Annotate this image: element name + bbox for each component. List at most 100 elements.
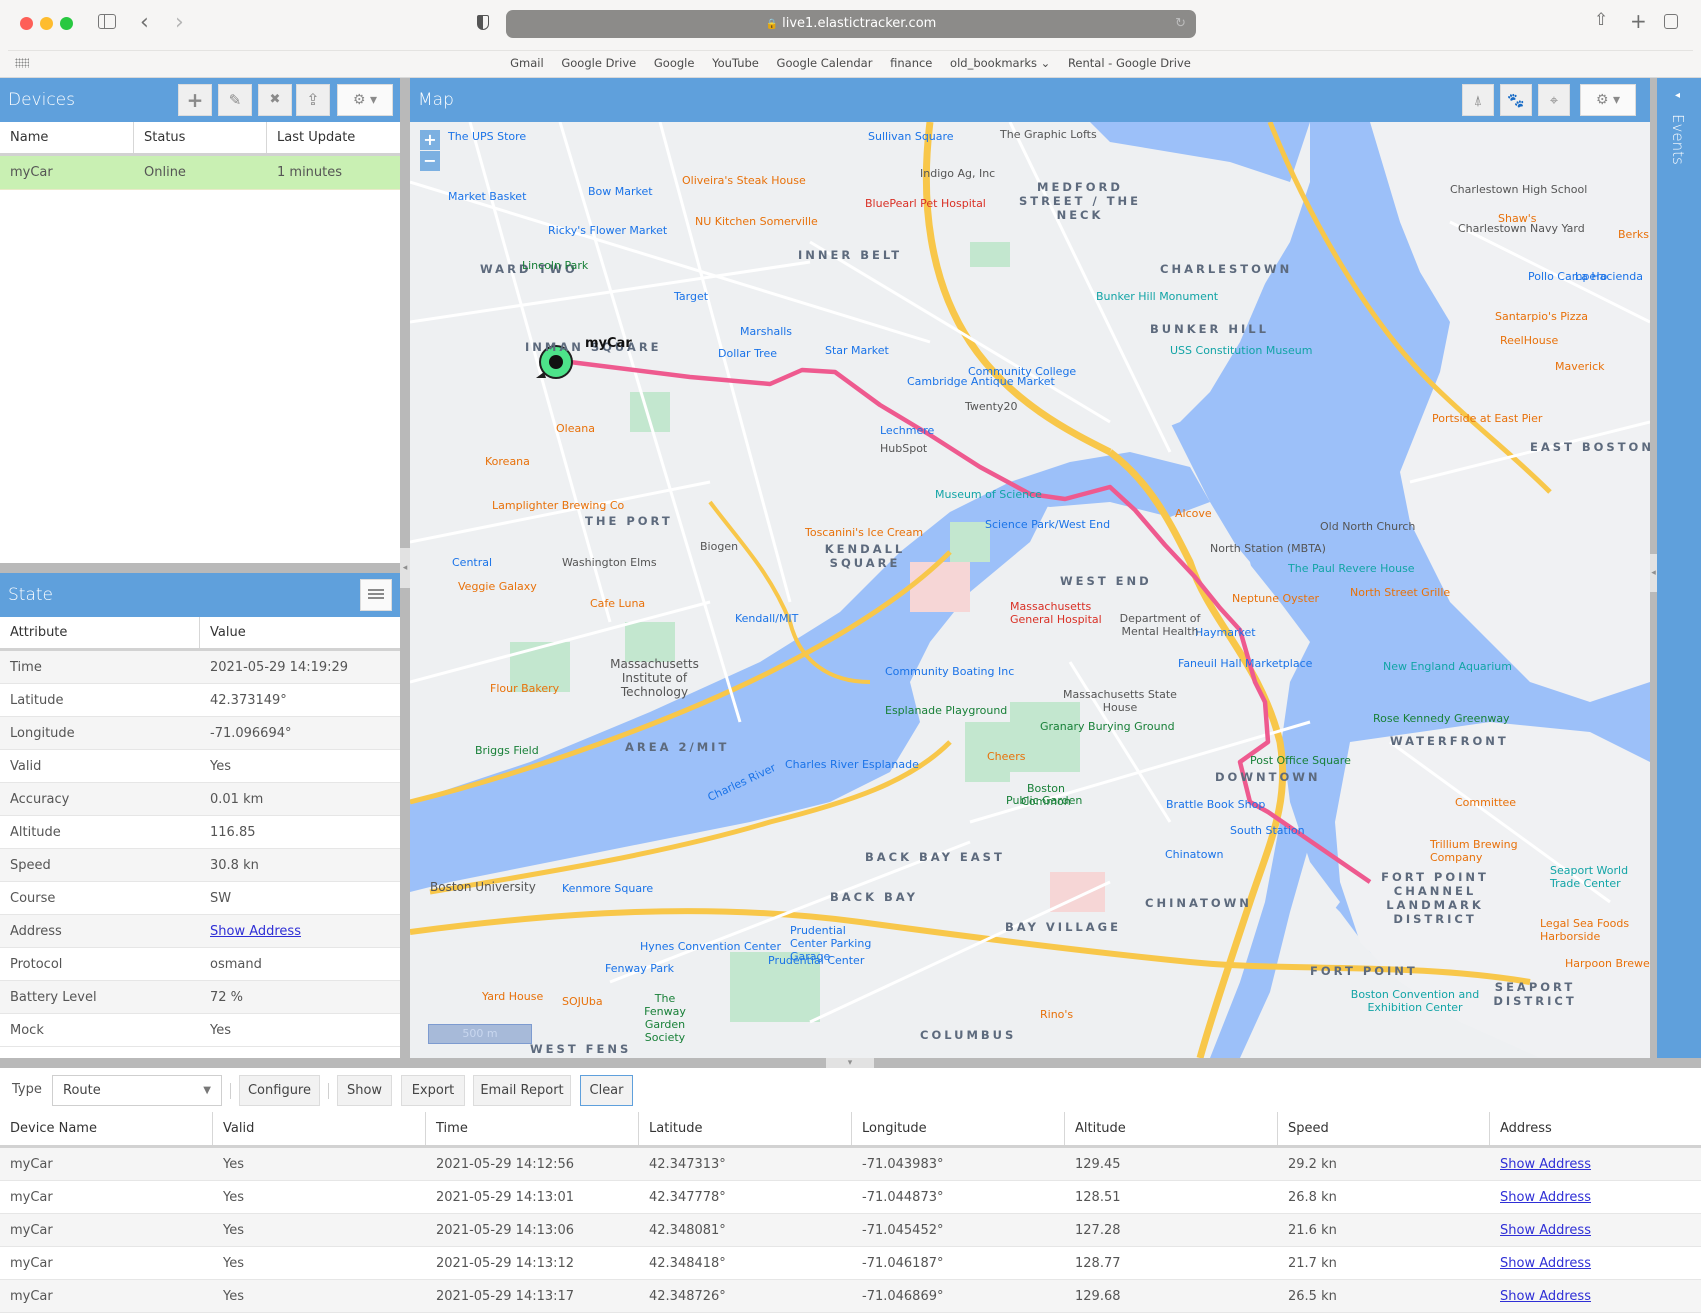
poi-koreana[interactable]: Koreana <box>485 455 530 468</box>
poi-star-market[interactable]: Star Market <box>825 344 889 357</box>
remove-device-button[interactable]: ✖ <box>258 84 292 116</box>
column-header-time[interactable]: Time <box>426 1112 639 1145</box>
show-address-link[interactable]: Show Address <box>210 924 301 939</box>
poi-indigo-ag[interactable]: Indigo Ag, Inc <box>920 167 995 180</box>
column-header-device-name[interactable]: Device Name <box>0 1112 213 1145</box>
poi-boston-university[interactable]: Boston University <box>430 880 536 894</box>
poi-central[interactable]: Central <box>452 556 492 569</box>
poi-chinatown-station[interactable]: Chinatown <box>1165 848 1223 861</box>
show-address-link[interactable]: Show Address <box>1500 1256 1591 1271</box>
column-header-altitude[interactable]: Altitude <box>1065 1112 1278 1145</box>
show-button[interactable]: Show <box>337 1075 392 1106</box>
poi-biogen[interactable]: Biogen <box>700 540 738 553</box>
zoom-in-button[interactable]: + <box>420 130 440 150</box>
poi-science-park[interactable]: Science Park/West End <box>985 518 1110 531</box>
column-header-name[interactable]: Name <box>0 122 134 153</box>
poi-south-station[interactable]: South Station <box>1230 824 1305 837</box>
poi-community-college-station[interactable]: Community College <box>968 365 1076 378</box>
column-header-value[interactable]: Value <box>200 617 400 648</box>
collapse-left-icon[interactable]: ◂ <box>400 548 410 588</box>
share-icon[interactable]: ⇧ <box>1594 12 1608 29</box>
poi-hynes[interactable]: Hynes Convention Center <box>640 940 781 953</box>
collapse-right-icon[interactable]: ◂ <box>1650 554 1657 592</box>
report-row[interactable]: myCar Yes 2021-05-29 14:13:17 42.348726° -71… <box>0 1280 1701 1313</box>
poi-community-boating[interactable]: Community Boating Inc <box>885 665 1014 678</box>
send-command-button[interactable]: ⇪ <box>296 84 330 116</box>
show-address-link[interactable]: Show Address <box>1500 1157 1591 1172</box>
poi-trillium[interactable]: Trillium Brewing Company <box>1430 838 1520 864</box>
bookmark-google-drive[interactable]: Google Drive <box>561 56 636 70</box>
state-columns-button[interactable] <box>360 579 392 611</box>
add-device-button[interactable]: + <box>178 84 212 116</box>
bookmark-old-bookmarks-folder[interactable]: old_bookmarks ⌄ <box>950 56 1050 70</box>
bookmark-finance[interactable]: finance <box>890 56 932 70</box>
poi-flour-bakery[interactable]: Flour Bakery <box>490 682 559 695</box>
poi-rose-kennedy-greenway[interactable]: Rose Kennedy Greenway <box>1373 712 1510 725</box>
poi-neptune-oyster[interactable]: Neptune Oyster <box>1232 592 1319 605</box>
poi-oliveiras[interactable]: Oliveira's Steak House <box>682 174 806 187</box>
clear-button[interactable]: Clear <box>580 1075 633 1106</box>
locate-button[interactable]: ⌖ <box>1538 84 1570 116</box>
poi-cafe-luna[interactable]: Cafe Luna <box>590 597 645 610</box>
poi-charlestown-high-school[interactable]: Charlestown High School <box>1450 183 1587 196</box>
report-row[interactable]: myCar Yes 2021-05-29 14:13:12 42.348418° -71… <box>0 1247 1701 1280</box>
poi-mass-general[interactable]: Massachusetts General Hospital <box>1010 600 1120 626</box>
poi-cheers[interactable]: Cheers <box>987 750 1025 763</box>
tab-overview-icon[interactable] <box>1664 14 1678 29</box>
column-header-last-update[interactable]: Last Update <box>267 122 400 153</box>
column-header-attribute[interactable]: Attribute <box>0 617 200 648</box>
poi-oleana[interactable]: Oleana <box>556 422 595 435</box>
poi-committee[interactable]: Committee <box>1455 796 1516 809</box>
edit-device-button[interactable]: ✎ <box>218 84 252 116</box>
poi-yard-house[interactable]: Yard House <box>482 990 543 1003</box>
right-panel-splitter[interactable]: ◂ <box>1650 78 1657 1058</box>
state-row[interactable]: Time 2021-05-29 14:19:29 <box>0 651 400 684</box>
column-header-speed[interactable]: Speed <box>1278 1112 1490 1145</box>
bookmark-gmail[interactable]: Gmail <box>510 56 544 70</box>
column-header-valid[interactable]: Valid <box>213 1112 426 1145</box>
column-header-latitude[interactable]: Latitude <box>639 1112 852 1145</box>
poi-the-ups-store[interactable]: The UPS Store <box>448 130 526 143</box>
poi-dept-mental-health[interactable]: Department of Mental Health <box>1110 612 1210 638</box>
poi-graphic-lofts[interactable]: The Graphic Lofts <box>1000 128 1097 141</box>
column-header-address[interactable]: Address <box>1490 1112 1701 1145</box>
poi-target[interactable]: Target <box>674 290 708 303</box>
poi-mi-pueblito[interactable]: Shaw's <box>1498 212 1536 225</box>
state-row[interactable]: Course SW <box>0 882 400 915</box>
poi-alcove[interactable]: Alcove <box>1175 507 1212 520</box>
poi-rinos[interactable]: Berkshire Roots East Boston <box>1618 228 1650 241</box>
poi-new-england-aquarium[interactable]: New England Aquarium <box>1383 660 1512 673</box>
poi-post-office-square[interactable]: Post Office Square <box>1250 754 1351 767</box>
report-row[interactable]: myCar Yes 2021-05-29 14:13:01 42.347778° -71… <box>0 1181 1701 1214</box>
poi-rickys-flower-market[interactable]: Ricky's Flower Market <box>548 224 667 237</box>
poi-prudential-center[interactable]: Prudential Center <box>768 954 864 967</box>
state-row[interactable]: Battery Level 72 % <box>0 981 400 1014</box>
poi-granary[interactable]: Granary Burying Ground <box>1040 720 1175 733</box>
poi-sullivan-square[interactable]: Sullivan Square <box>868 130 954 143</box>
poi-museum-of-science[interactable]: Museum of Science <box>935 488 1042 501</box>
follow-device-button[interactable]: ⍋ <box>1462 84 1494 116</box>
poi-reelhouse[interactable]: Portside at East Pier <box>1432 412 1542 425</box>
state-row[interactable]: Address Show Address <box>0 915 400 948</box>
map-settings-dropdown[interactable]: ⚙ ▾ <box>1580 84 1636 116</box>
zoom-window-button[interactable] <box>60 17 73 30</box>
report-row[interactable]: myCar Yes 2021-05-29 14:13:06 42.348081° -71… <box>0 1214 1701 1247</box>
poi-seaport-world-trade[interactable]: Seaport World Trade Center <box>1550 864 1650 890</box>
left-panel-splitter[interactable]: ◂ <box>400 78 410 1058</box>
show-address-link[interactable]: Show Address <box>1500 1289 1591 1304</box>
report-type-select[interactable]: Route ▼ <box>52 1075 222 1106</box>
bookmark-google[interactable]: Google <box>654 56 695 70</box>
poi-kendall-mit[interactable]: Kendall/MIT <box>735 612 798 625</box>
close-window-button[interactable] <box>20 17 33 30</box>
poi-bunker-hill-monument[interactable]: Bunker Hill Monument <box>1096 290 1218 303</box>
poi-faneuil-hall[interactable]: Faneuil Hall Marketplace <box>1178 657 1312 670</box>
poi-washington-elms[interactable]: Washington Elms <box>562 556 657 569</box>
poi-veggie-galaxy[interactable]: Veggie Galaxy <box>458 580 537 593</box>
poi-santarpios[interactable]: Maverick <box>1555 360 1605 373</box>
bookmark-rental-google-drive[interactable]: Rental - Google Drive <box>1068 56 1191 70</box>
poi-pollo-campero[interactable]: Santarpio's Pizza <box>1495 310 1588 323</box>
poi-bow-market[interactable]: Bow Market <box>588 185 653 198</box>
poi-briggs-field[interactable]: Briggs Field <box>475 744 539 757</box>
poi-twenty20[interactable]: Twenty20 <box>965 400 1017 413</box>
minimize-window-button[interactable] <box>40 17 53 30</box>
